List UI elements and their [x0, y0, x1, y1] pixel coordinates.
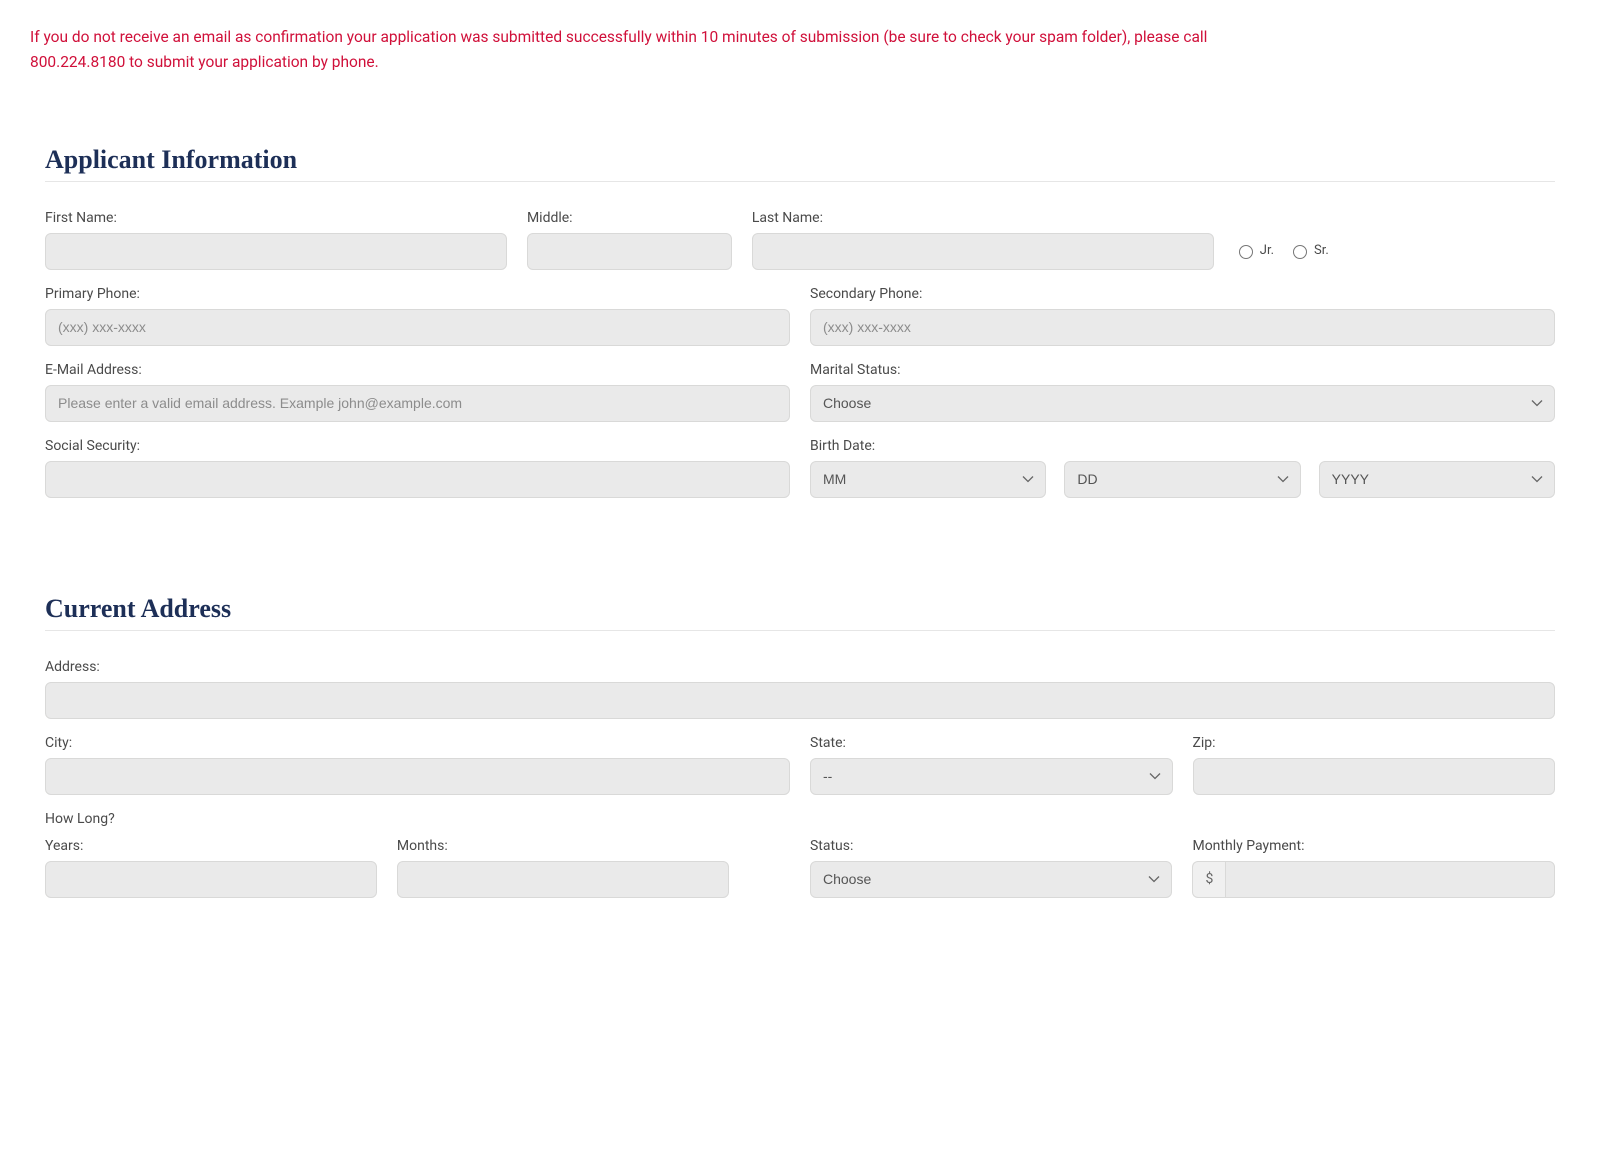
monthly-payment-label: Monthly Payment: [1192, 838, 1555, 854]
middle-name-label: Middle: [527, 210, 732, 226]
state-label: State: [810, 735, 1173, 751]
months-label: Months: [397, 838, 729, 854]
primary-phone-label: Primary Phone: [45, 286, 790, 302]
submission-warning: If you do not receive an email as confir… [30, 25, 1230, 75]
section-applicant-information: Applicant Information First Name: Middle… [30, 145, 1570, 498]
suffix-sr-label: Sr. [1314, 243, 1329, 258]
email-label: E-Mail Address: [45, 362, 790, 378]
status-label: Status: [810, 838, 1173, 854]
birth-year-select[interactable]: YYYY [1319, 461, 1555, 498]
ssn-label: Social Security: [45, 438, 790, 454]
birth-month-select[interactable]: MM [810, 461, 1046, 498]
city-field[interactable] [45, 758, 790, 795]
city-label: City: [45, 735, 790, 751]
marital-status-label: Marital Status: [810, 362, 1555, 378]
zip-label: Zip: [1193, 735, 1556, 751]
suffix-jr-label: Jr. [1260, 243, 1274, 258]
last-name-field[interactable] [752, 233, 1214, 270]
state-select[interactable]: -- [810, 758, 1173, 795]
ssn-field[interactable] [45, 461, 790, 498]
zip-field[interactable] [1193, 758, 1556, 795]
section-divider [45, 181, 1555, 182]
months-field[interactable] [397, 861, 729, 898]
monthly-payment-field[interactable] [1225, 861, 1555, 898]
address-label: Address: [45, 659, 1555, 675]
address-field[interactable] [45, 682, 1555, 719]
first-name-field[interactable] [45, 233, 507, 270]
section-current-address: Current Address Address: City: State: --… [30, 594, 1570, 898]
years-label: Years: [45, 838, 377, 854]
birth-date-label: Birth Date: [810, 438, 1555, 454]
suffix-sr-radio[interactable] [1293, 245, 1307, 259]
address-status-select[interactable]: Choose [810, 861, 1173, 898]
suffix-jr-radio[interactable] [1239, 245, 1253, 259]
marital-status-select[interactable]: Choose [810, 385, 1555, 422]
email-field[interactable] [45, 385, 790, 422]
section-divider [45, 630, 1555, 631]
section-title-applicant: Applicant Information [45, 145, 1555, 175]
last-name-label: Last Name: [752, 210, 1214, 226]
birth-day-select[interactable]: DD [1064, 461, 1300, 498]
secondary-phone-label: Secondary Phone: [810, 286, 1555, 302]
years-field[interactable] [45, 861, 377, 898]
first-name-label: First Name: [45, 210, 507, 226]
primary-phone-field[interactable] [45, 309, 790, 346]
section-title-address: Current Address [45, 594, 1555, 624]
secondary-phone-field[interactable] [810, 309, 1555, 346]
currency-addon: $ [1192, 861, 1225, 898]
middle-name-field[interactable] [527, 233, 732, 270]
how-long-label: How Long? [45, 811, 1555, 827]
